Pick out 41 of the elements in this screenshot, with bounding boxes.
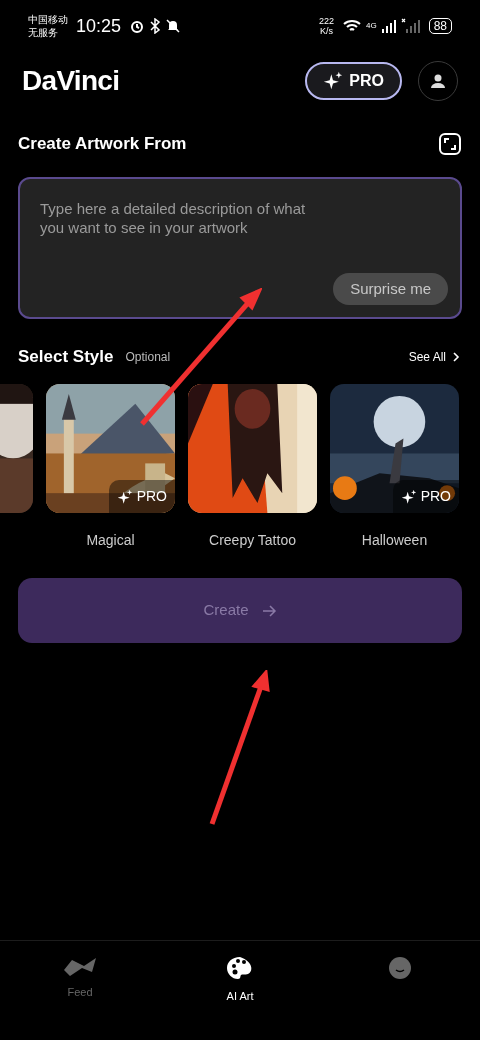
nav-tab[interactable]: AI Art xyxy=(160,941,320,1040)
expand-icon[interactable] xyxy=(438,132,462,156)
carrier-text: 中国移动 xyxy=(28,13,68,26)
app-logo: DaVinci xyxy=(22,64,120,98)
bluetooth-icon xyxy=(149,18,162,34)
see-all-link[interactable]: See All xyxy=(408,348,462,366)
sparkle-icon xyxy=(323,71,344,91)
section-title: Select Style xyxy=(18,346,114,369)
style-name: Creepy Tattoo xyxy=(209,531,296,550)
badge-text: PRO xyxy=(136,487,167,506)
surprise-me-button[interactable]: Surprise me xyxy=(333,273,448,305)
battery-indicator: 88 xyxy=(428,18,452,34)
nav-label: AI Art xyxy=(226,989,254,1004)
sparkle-icon xyxy=(400,488,417,505)
clock-text: 10:25 xyxy=(76,14,122,38)
face-icon xyxy=(388,956,412,980)
nav-label: Feed xyxy=(67,985,93,1000)
prompt-input[interactable]: Type here a detailed description of what you want to see in your artwork xyxy=(40,199,330,273)
sparkle-icon xyxy=(116,488,133,505)
service-text: 无服务 xyxy=(28,26,59,39)
arrow-right-icon xyxy=(260,602,277,619)
person-icon xyxy=(430,73,446,89)
optional-hint: Optional xyxy=(125,349,171,366)
zigzag-icon xyxy=(64,956,96,976)
no-signal-icon xyxy=(400,18,421,34)
muted-bell-icon xyxy=(165,18,182,34)
signal-icon xyxy=(380,18,397,34)
pro-button[interactable]: PRO xyxy=(305,62,402,100)
nav-tab[interactable]: Feed xyxy=(0,941,160,1040)
speed-text: 222 xyxy=(318,16,334,26)
speed-unit-text: K/s xyxy=(319,26,333,36)
style-name: Magical xyxy=(86,531,135,550)
alarm-icon xyxy=(129,18,146,34)
style-name: Halloween xyxy=(361,531,428,550)
wifi-icon xyxy=(341,18,362,34)
network-text: 4G xyxy=(365,20,377,32)
prompt-field[interactable]: Type here a detailed description of what you want to see in your artwork Surprise me xyxy=(18,177,462,319)
chevron-right-icon xyxy=(450,351,462,363)
palette-icon xyxy=(226,956,254,980)
badge-text: PRO xyxy=(420,487,451,506)
section-title: Create Artwork From xyxy=(18,133,187,156)
